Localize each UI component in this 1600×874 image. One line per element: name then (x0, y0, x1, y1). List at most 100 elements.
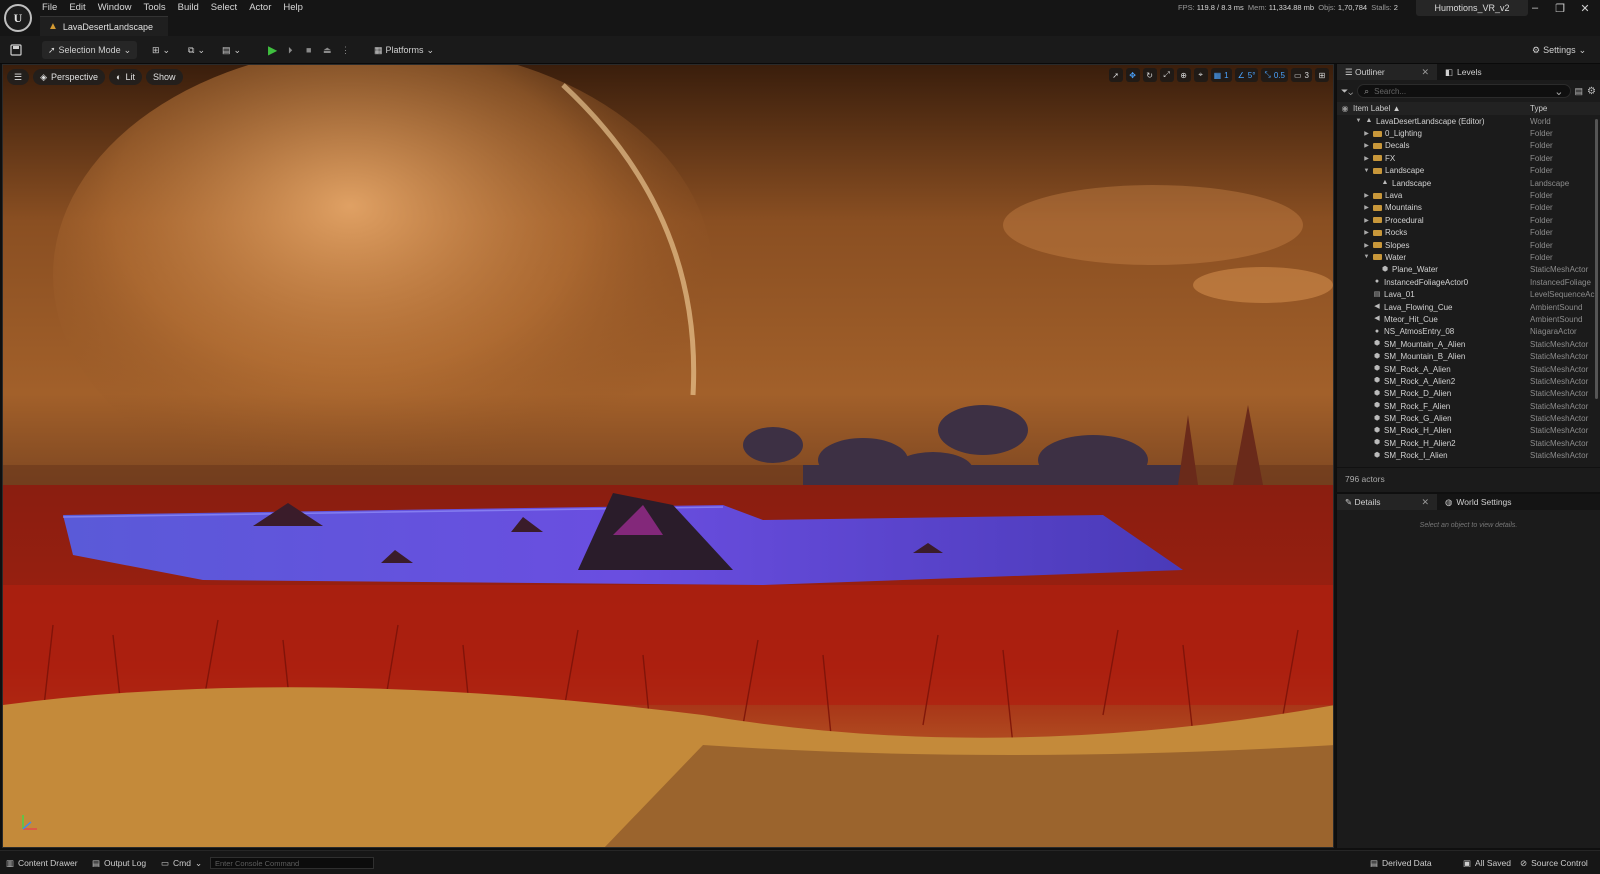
rotate-tool-icon[interactable]: ↻ (1142, 68, 1157, 82)
select-tool-icon[interactable]: ➚ (1108, 68, 1123, 82)
grid-snap-toggle[interactable]: ▦ 1 (1210, 68, 1232, 82)
outliner-row[interactable]: ⬢ SM_Rock_G_Alien StaticMeshActor (1337, 412, 1600, 424)
tab-world-settings[interactable]: ◍ World Settings (1437, 494, 1520, 510)
camera-speed-button[interactable]: ▭ 3 (1290, 68, 1312, 82)
menu-tools[interactable]: Tools (137, 0, 171, 14)
translate-tool-icon[interactable]: ✥ (1125, 68, 1140, 82)
expand-right-icon[interactable]: ▶ (1363, 155, 1370, 162)
selection-mode-dropdown[interactable]: ➚ Selection Mode ⌄ (42, 41, 138, 59)
save-icon[interactable] (10, 41, 22, 59)
expand-down-icon[interactable]: ▼ (1363, 168, 1370, 174)
expand-right-icon[interactable]: ▶ (1363, 192, 1370, 199)
column-item-label[interactable]: Item Label ▲ (1353, 104, 1530, 113)
outliner-row[interactable]: ● NS_AtmosEntry_08 NiagaraActor (1337, 326, 1600, 338)
menu-edit[interactable]: Edit (63, 0, 91, 14)
advance-frame-button[interactable]: ⏵ (288, 41, 293, 59)
expand-down-icon[interactable]: ▼ (1355, 118, 1362, 124)
outliner-row[interactable]: ▶ Rocks Folder (1337, 227, 1600, 239)
scale-snap-toggle[interactable]: ⤡ 0.5 (1261, 68, 1288, 82)
menu-build[interactable]: Build (172, 0, 205, 14)
outliner-row[interactable]: ▶ Procedural Folder (1337, 214, 1600, 226)
expand-right-icon[interactable]: ▶ (1363, 217, 1370, 224)
outliner-row[interactable]: ● InstancedFoliageActor0 InstancedFoliage (1337, 276, 1600, 288)
platforms-dropdown[interactable]: ▦ Platforms ⌄ (374, 41, 434, 59)
perspective-button[interactable]: ◈ Perspective (33, 69, 106, 85)
outliner-row[interactable]: ▼ Water Folder (1337, 251, 1600, 263)
content-drawer-button[interactable]: ▥ Content Drawer (6, 856, 78, 870)
all-saved-button[interactable]: ▣ All Saved (1463, 856, 1511, 870)
add-content-button[interactable]: ⊞ ⌄ (152, 41, 170, 59)
tab-details[interactable]: ✎ Details ✕ (1337, 494, 1437, 510)
outliner-row[interactable]: ▼ Landscape Folder (1337, 165, 1600, 177)
menu-actor[interactable]: Actor (243, 0, 277, 14)
close-window-icon[interactable]: ✕ (1576, 2, 1594, 15)
outliner-row[interactable]: ⬢ SM_Rock_F_Alien StaticMeshActor (1337, 400, 1600, 412)
visibility-eye-icon[interactable]: ◉ (1337, 104, 1353, 113)
outliner-row[interactable]: ⬢ SM_Mountain_A_Alien StaticMeshActor (1337, 338, 1600, 350)
chevron-down-icon[interactable]: ⌄ (1554, 85, 1563, 98)
output-log-button[interactable]: ▤ Output Log (92, 856, 146, 870)
expand-right-icon[interactable]: ▶ (1363, 204, 1370, 211)
outliner-row[interactable]: ▶ 0_Lighting Folder (1337, 127, 1600, 139)
outliner-row[interactable]: ▶ Lava Folder (1337, 189, 1600, 201)
derived-data-button[interactable]: ▤ Derived Data (1370, 856, 1432, 870)
menu-window[interactable]: Window (92, 0, 138, 14)
outliner-row[interactable]: ⬢ Plane_Water StaticMeshActor (1337, 264, 1600, 276)
outliner-scrollbar[interactable] (1595, 119, 1598, 399)
outliner-row[interactable]: ▼ ▲ LavaDesertLandscape (Editor) World (1337, 115, 1600, 127)
scale-tool-icon[interactable]: ⤢ (1159, 68, 1174, 82)
outliner-row[interactable]: ▶ Slopes Folder (1337, 239, 1600, 251)
outliner-row[interactable]: ▶ Mountains Folder (1337, 202, 1600, 214)
outliner-row[interactable]: ▶ FX Folder (1337, 152, 1600, 164)
tab-outliner[interactable]: ☰ Outliner ✕ (1337, 64, 1437, 80)
level-document-tab[interactable]: ▲ LavaDesertLandscape (40, 16, 168, 36)
outliner-row[interactable]: ⬢ SM_Rock_H_Alien2 StaticMeshActor (1337, 437, 1600, 449)
menu-select[interactable]: Select (205, 0, 243, 14)
outliner-row[interactable]: ▤ Lava_01 LevelSequenceAc (1337, 288, 1600, 300)
close-icon[interactable]: ✕ (1421, 67, 1429, 78)
menu-file[interactable]: File (36, 0, 63, 14)
viewport-layout-icon[interactable]: ⊞ (1315, 68, 1329, 82)
outliner-row[interactable]: ⬢ SM_Rock_I_Alien StaticMeshActor (1337, 450, 1600, 462)
outliner-row[interactable]: ⬢ SM_Rock_A_Alien StaticMeshActor (1337, 363, 1600, 375)
settings-dropdown[interactable]: ⚙ Settings ⌄ (1532, 41, 1586, 59)
outliner-row[interactable]: ◀ Mteor_Hit_Cue AmbientSound (1337, 313, 1600, 325)
add-folder-icon[interactable]: ▤ (1575, 86, 1584, 97)
view-mode-lit-button[interactable]: ◐ Lit (109, 69, 142, 85)
menu-help[interactable]: Help (277, 0, 309, 14)
outliner-row[interactable]: ▶ Decals Folder (1337, 140, 1600, 152)
world-coordinates-icon[interactable]: ⊕ (1176, 68, 1191, 82)
show-flags-button[interactable]: Show (145, 69, 183, 85)
play-button[interactable]: ▶ (268, 41, 277, 59)
tab-levels[interactable]: ◧ Levels (1437, 64, 1490, 80)
restore-icon[interactable]: ❐ (1551, 2, 1569, 15)
expand-right-icon[interactable]: ▶ (1363, 130, 1370, 137)
expand-right-icon[interactable]: ▶ (1363, 142, 1370, 149)
cinematics-button[interactable]: ▤ ⌄ (222, 41, 241, 59)
surface-snap-icon[interactable]: ⌖ (1193, 68, 1208, 82)
outliner-row[interactable]: ⬢ SM_Rock_D_Alien StaticMeshActor (1337, 388, 1600, 400)
outliner-row[interactable]: ⬢ SM_Rock_H_Alien StaticMeshActor (1337, 425, 1600, 437)
outliner-search-input[interactable] (1374, 86, 1550, 96)
console-command-input[interactable] (210, 857, 374, 869)
filter-icon[interactable]: ⏷⌄ (1341, 86, 1353, 97)
blueprint-button[interactable]: ⧉ ⌄ (188, 41, 205, 59)
expand-down-icon[interactable]: ▼ (1363, 254, 1370, 260)
cmd-dropdown[interactable]: ▭ Cmd ⌄ (161, 856, 202, 870)
outliner-row[interactable]: ◀ Lava_Flowing_Cue AmbientSound (1337, 301, 1600, 313)
stop-button[interactable]: ■ (306, 41, 311, 59)
rotation-snap-toggle[interactable]: ∠ 5° (1234, 68, 1259, 82)
source-control-button[interactable]: ⊘ Source Control (1520, 856, 1588, 870)
minimize-icon[interactable]: – (1526, 2, 1544, 14)
viewport-options-button[interactable]: ☰ (7, 69, 30, 85)
outliner-row[interactable]: ⬢ SM_Rock_A_Alien2 StaticMeshActor (1337, 375, 1600, 387)
eject-button[interactable]: ⏏ (323, 41, 332, 59)
level-viewport[interactable]: ☰ ◈ Perspective ◐ Lit Show ➚ ✥ ↻ ⤢ ⊕ ⌖ ▦… (2, 64, 1334, 848)
outliner-row[interactable]: ⬢ SM_Mountain_B_Alien StaticMeshActor (1337, 350, 1600, 362)
project-name-tab[interactable]: Humotions_VR_v2 (1416, 0, 1528, 16)
expand-right-icon[interactable]: ▶ (1363, 229, 1370, 236)
column-type[interactable]: Type (1530, 104, 1600, 113)
close-icon[interactable]: ✕ (1421, 497, 1429, 508)
unreal-logo-icon[interactable]: U (4, 4, 32, 32)
outliner-settings-icon[interactable]: ⚙ (1587, 86, 1596, 97)
